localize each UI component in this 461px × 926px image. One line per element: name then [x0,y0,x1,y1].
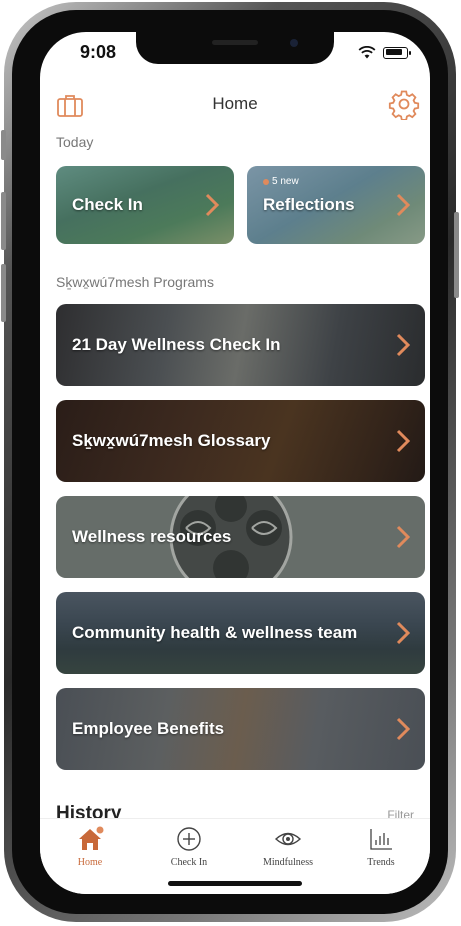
chevron-right-icon [396,193,411,217]
filter-button[interactable]: Filter [387,808,414,818]
card-title: Reflections [263,195,355,214]
check-in-card[interactable]: Check In [56,166,234,244]
tab-mindfulness[interactable]: Mindfulness [243,825,333,868]
chevron-right-icon [396,333,411,357]
plus-circle-icon [177,827,201,851]
status-icons [358,46,411,59]
program-card-community-health[interactable]: Community health & wellness team [56,592,425,674]
chevron-right-icon [396,525,411,549]
nav-bar: Home [40,84,430,128]
volume-up-button [1,192,6,250]
tab-bar: Home Check In Mindfulness Trends [40,818,430,894]
section-programs: Sḵwx̱wú7mesh Programs [56,274,214,290]
card-title: Sḵwx̱wú7mesh Glossary [72,431,271,450]
badge-text: 5 new [272,176,299,187]
mute-switch [1,130,6,160]
reflections-card[interactable]: 5 new Reflections [247,166,425,244]
card-title: 21 Day Wellness Check In [72,335,281,354]
home-content[interactable]: Today Check In 5 new Reflections Sḵwx̱wú… [40,128,430,818]
new-badge: 5 new [263,176,299,187]
tab-trends[interactable]: Trends [336,825,426,868]
volume-down-button [1,264,6,322]
tab-label: Home [77,857,103,868]
badge-dot [263,178,269,185]
tab-label: Check In [170,857,208,868]
tab-home[interactable]: Home [45,825,135,868]
battery-icon [383,46,411,59]
eye-icon [274,832,302,846]
chevron-right-icon [205,193,220,217]
tab-label: Trends [367,857,395,868]
chevron-right-icon [396,429,411,453]
speaker [212,40,258,45]
bar-chart-icon [370,829,392,850]
section-today: Today [56,134,94,150]
home-indicator[interactable] [168,881,302,886]
home-icon [79,826,104,850]
chevron-right-icon [396,621,411,645]
program-card-employee-benefits[interactable]: Employee Benefits [56,688,425,770]
gear-icon[interactable] [388,88,420,120]
chevron-right-icon [396,717,411,741]
front-camera [290,39,298,47]
card-title: Employee Benefits [72,719,225,738]
screen: 9:08 Home Today Check In 5 new Reflectio… [40,32,430,894]
power-button [454,212,459,298]
tab-label: Mindfulness [263,857,313,868]
wifi-icon [358,46,376,59]
page-title: Home [212,94,258,113]
program-card-glossary[interactable]: Sḵwx̱wú7mesh Glossary [56,400,425,482]
notch [136,32,334,64]
program-card-wellness-resources[interactable]: Wellness resources [56,496,425,578]
phone-frame: 9:08 Home Today Check In 5 new Reflectio… [1,2,459,922]
program-card-wellness-check-in[interactable]: 21 Day Wellness Check In [56,304,425,386]
card-title: Check In [72,195,143,214]
history-heading: History [56,803,122,818]
status-time: 9:08 [80,42,117,62]
card-title: Community health & wellness team [72,623,358,642]
tab-check-in[interactable]: Check In [144,825,234,868]
card-title: Wellness resources [72,527,232,546]
